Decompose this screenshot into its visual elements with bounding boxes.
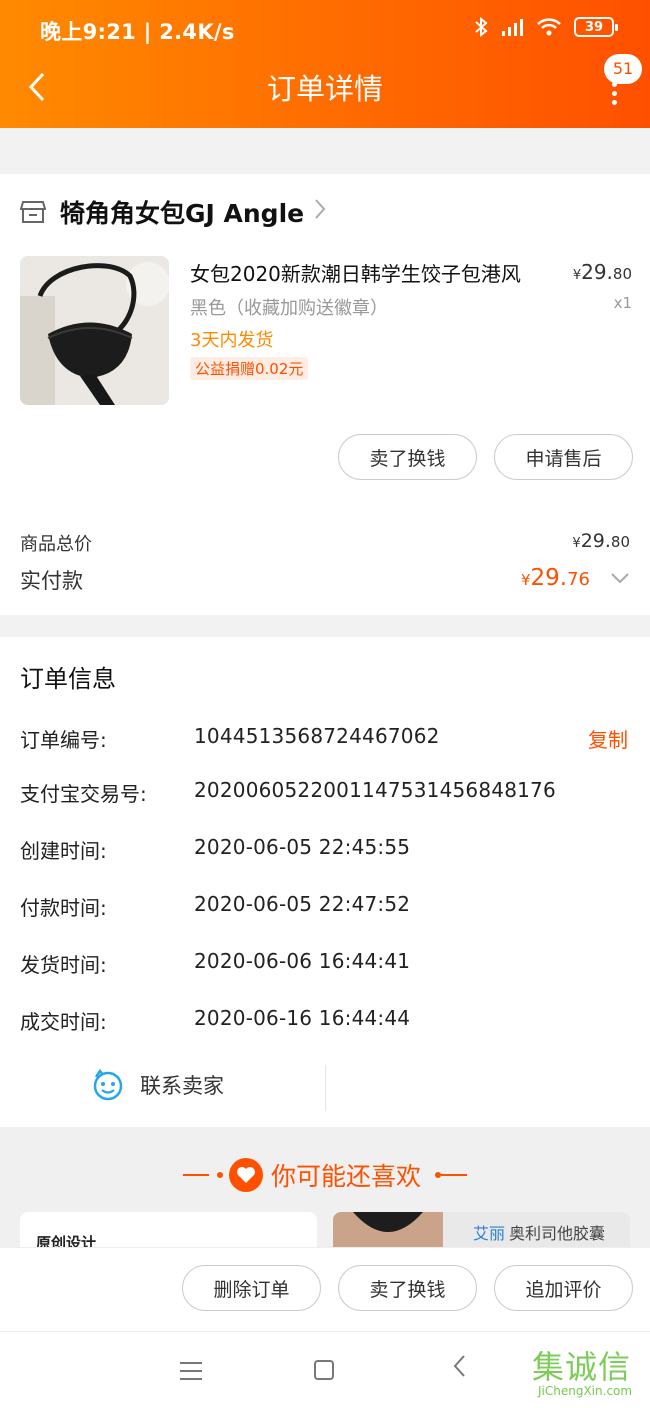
product-quantity: x1 xyxy=(613,294,632,312)
shipping-time-label: 发货时间: xyxy=(20,953,107,977)
shipping-time: 3天内发货 xyxy=(190,330,274,351)
product-spec: 黑色（收藏加购送徽章） xyxy=(190,298,388,319)
store-icon xyxy=(20,201,46,223)
contact-seller-label: 联系卖家 xyxy=(140,1074,224,1098)
message-count-badge: 51 xyxy=(604,54,642,84)
currency-symbol: ¥ xyxy=(572,268,582,283)
product-thumbnail[interactable] xyxy=(20,256,169,405)
decor-line xyxy=(182,1174,209,1176)
total-price: ¥29.80 xyxy=(572,530,630,552)
recommend-title: 你可能还喜欢 xyxy=(0,1157,650,1193)
decor-line xyxy=(441,1174,467,1176)
created-time-value: 2020-06-05 22:45:55 xyxy=(194,835,411,859)
chat-face-icon xyxy=(93,1069,123,1101)
menu-line-icon xyxy=(180,1370,202,1372)
shop-name: 犄角角女包GJ Angle xyxy=(60,199,305,228)
bluetooth-icon xyxy=(475,16,488,38)
paid-amount-label: 实付款 xyxy=(20,569,83,593)
chevron-down-icon xyxy=(611,573,629,584)
order-detail-page: 晚上9:21 | 2.4K/s 39 订单详情 51 犄角角女包GJ Angle xyxy=(0,0,650,1408)
page-title: 订单详情 xyxy=(266,72,383,106)
payment-time-value: 2020-06-05 22:47:52 xyxy=(194,892,411,916)
divider xyxy=(325,1065,326,1111)
status-icons: 39 xyxy=(474,16,618,38)
total-price-label: 商品总价 xyxy=(20,534,92,555)
bottom-action-bar: 删除订单 卖了换钱 追加评价 xyxy=(0,1247,650,1331)
currency-symbol: ¥ xyxy=(520,571,531,589)
sell-for-cash-button[interactable]: 卖了换钱 xyxy=(338,434,477,480)
price-decimal: 80 xyxy=(612,265,632,283)
more-dot-icon xyxy=(611,91,617,96)
charity-tag: 公益捐赠0.02元 xyxy=(190,357,309,380)
total-integer: 29. xyxy=(580,530,611,552)
more-menu-button[interactable] xyxy=(608,82,620,106)
decor-dot xyxy=(216,1172,223,1178)
apply-after-sale-button[interactable]: 申请售后 xyxy=(494,434,633,480)
alipay-trade-label: 支付宝交易号: xyxy=(20,782,147,806)
paid-integer: 29. xyxy=(530,565,568,591)
home-button[interactable] xyxy=(314,1360,334,1380)
system-nav-bar: 集诚信 JiChengXin.com xyxy=(0,1331,650,1408)
ad-banner: 艾丽 奥利司他胶囊 xyxy=(473,1220,605,1244)
alipay-trade-value: 2020060522001147531456848176 xyxy=(194,778,556,802)
expand-payment-button[interactable] xyxy=(610,568,630,588)
recommend-title-text: 你可能还喜欢 xyxy=(270,1162,421,1191)
status-time: 晚上9:21 | 2.4K/s xyxy=(40,20,235,44)
ad-brand: 艾丽 xyxy=(473,1224,506,1243)
delete-order-button[interactable]: 删除订单 xyxy=(182,1265,321,1311)
chevron-right-icon xyxy=(314,198,326,226)
created-time-label: 创建时间: xyxy=(20,839,107,863)
shop-link[interactable]: 犄角角女包GJ Angle xyxy=(20,194,326,230)
total-decimal: 80 xyxy=(610,533,630,551)
product-price: ¥29.80 xyxy=(573,260,632,284)
more-dot-icon xyxy=(611,82,617,87)
order-number-value: 1044513568724467062 xyxy=(194,724,440,748)
shipping-time-value: 2020-06-06 16:44:41 xyxy=(194,949,411,973)
menu-line-icon xyxy=(180,1362,202,1364)
contact-seller-button[interactable]: 联系卖家 xyxy=(92,1069,224,1101)
deal-time-value: 2020-06-16 16:44:44 xyxy=(194,1006,411,1030)
product-name[interactable]: 女包2020新款潮日韩学生饺子包港风 xyxy=(190,258,521,287)
signal-icon xyxy=(502,19,523,36)
paid-decimal: 76 xyxy=(567,569,590,590)
order-item-card: 犄角角女包GJ Angle 女包2020新款潮日韩学生饺子包港风 黑色（收藏加购… xyxy=(0,174,650,615)
heart-icon xyxy=(228,1158,263,1192)
watermark-en: JiChengXin.com xyxy=(538,1384,633,1398)
deal-time-label: 成交时间: xyxy=(20,1010,107,1034)
recent-apps-button[interactable] xyxy=(180,1362,202,1386)
system-back-button[interactable] xyxy=(452,1354,466,1385)
header-bar: 晚上9:21 | 2.4K/s 39 订单详情 51 xyxy=(0,0,650,128)
menu-line-icon xyxy=(180,1378,202,1380)
price-integer: 29. xyxy=(581,260,613,284)
copy-order-number-button[interactable]: 复制 xyxy=(588,724,628,753)
order-number-label: 订单编号: xyxy=(20,728,107,752)
watermark-logo: 集诚信 JiChengXin.com xyxy=(532,1342,644,1402)
order-info-card: 订单信息 订单编号: 1044513568724467062 复制 支付宝交易号… xyxy=(0,637,650,1127)
sell-for-cash-button-bottom[interactable]: 卖了换钱 xyxy=(338,1265,477,1311)
payment-time-label: 付款时间: xyxy=(20,896,107,920)
watermark-cn: 集诚信 xyxy=(532,1348,632,1386)
currency-symbol: ¥ xyxy=(572,536,581,551)
add-review-button[interactable]: 追加评价 xyxy=(494,1265,633,1311)
paid-amount: ¥29.76 xyxy=(521,565,590,591)
ad-text: 奥利司他胶囊 xyxy=(509,1224,606,1243)
chevron-left-icon xyxy=(453,1355,465,1377)
status-bar: 晚上9:21 | 2.4K/s 39 xyxy=(0,0,650,60)
recommend-section: 你可能还喜欢 原创设计 艾丽 奥利司他胶囊 xyxy=(0,1127,650,1272)
order-info-title: 订单信息 xyxy=(20,665,116,693)
more-dot-icon xyxy=(611,100,617,105)
wifi-icon xyxy=(537,18,561,36)
battery-icon: 39 xyxy=(574,17,618,37)
